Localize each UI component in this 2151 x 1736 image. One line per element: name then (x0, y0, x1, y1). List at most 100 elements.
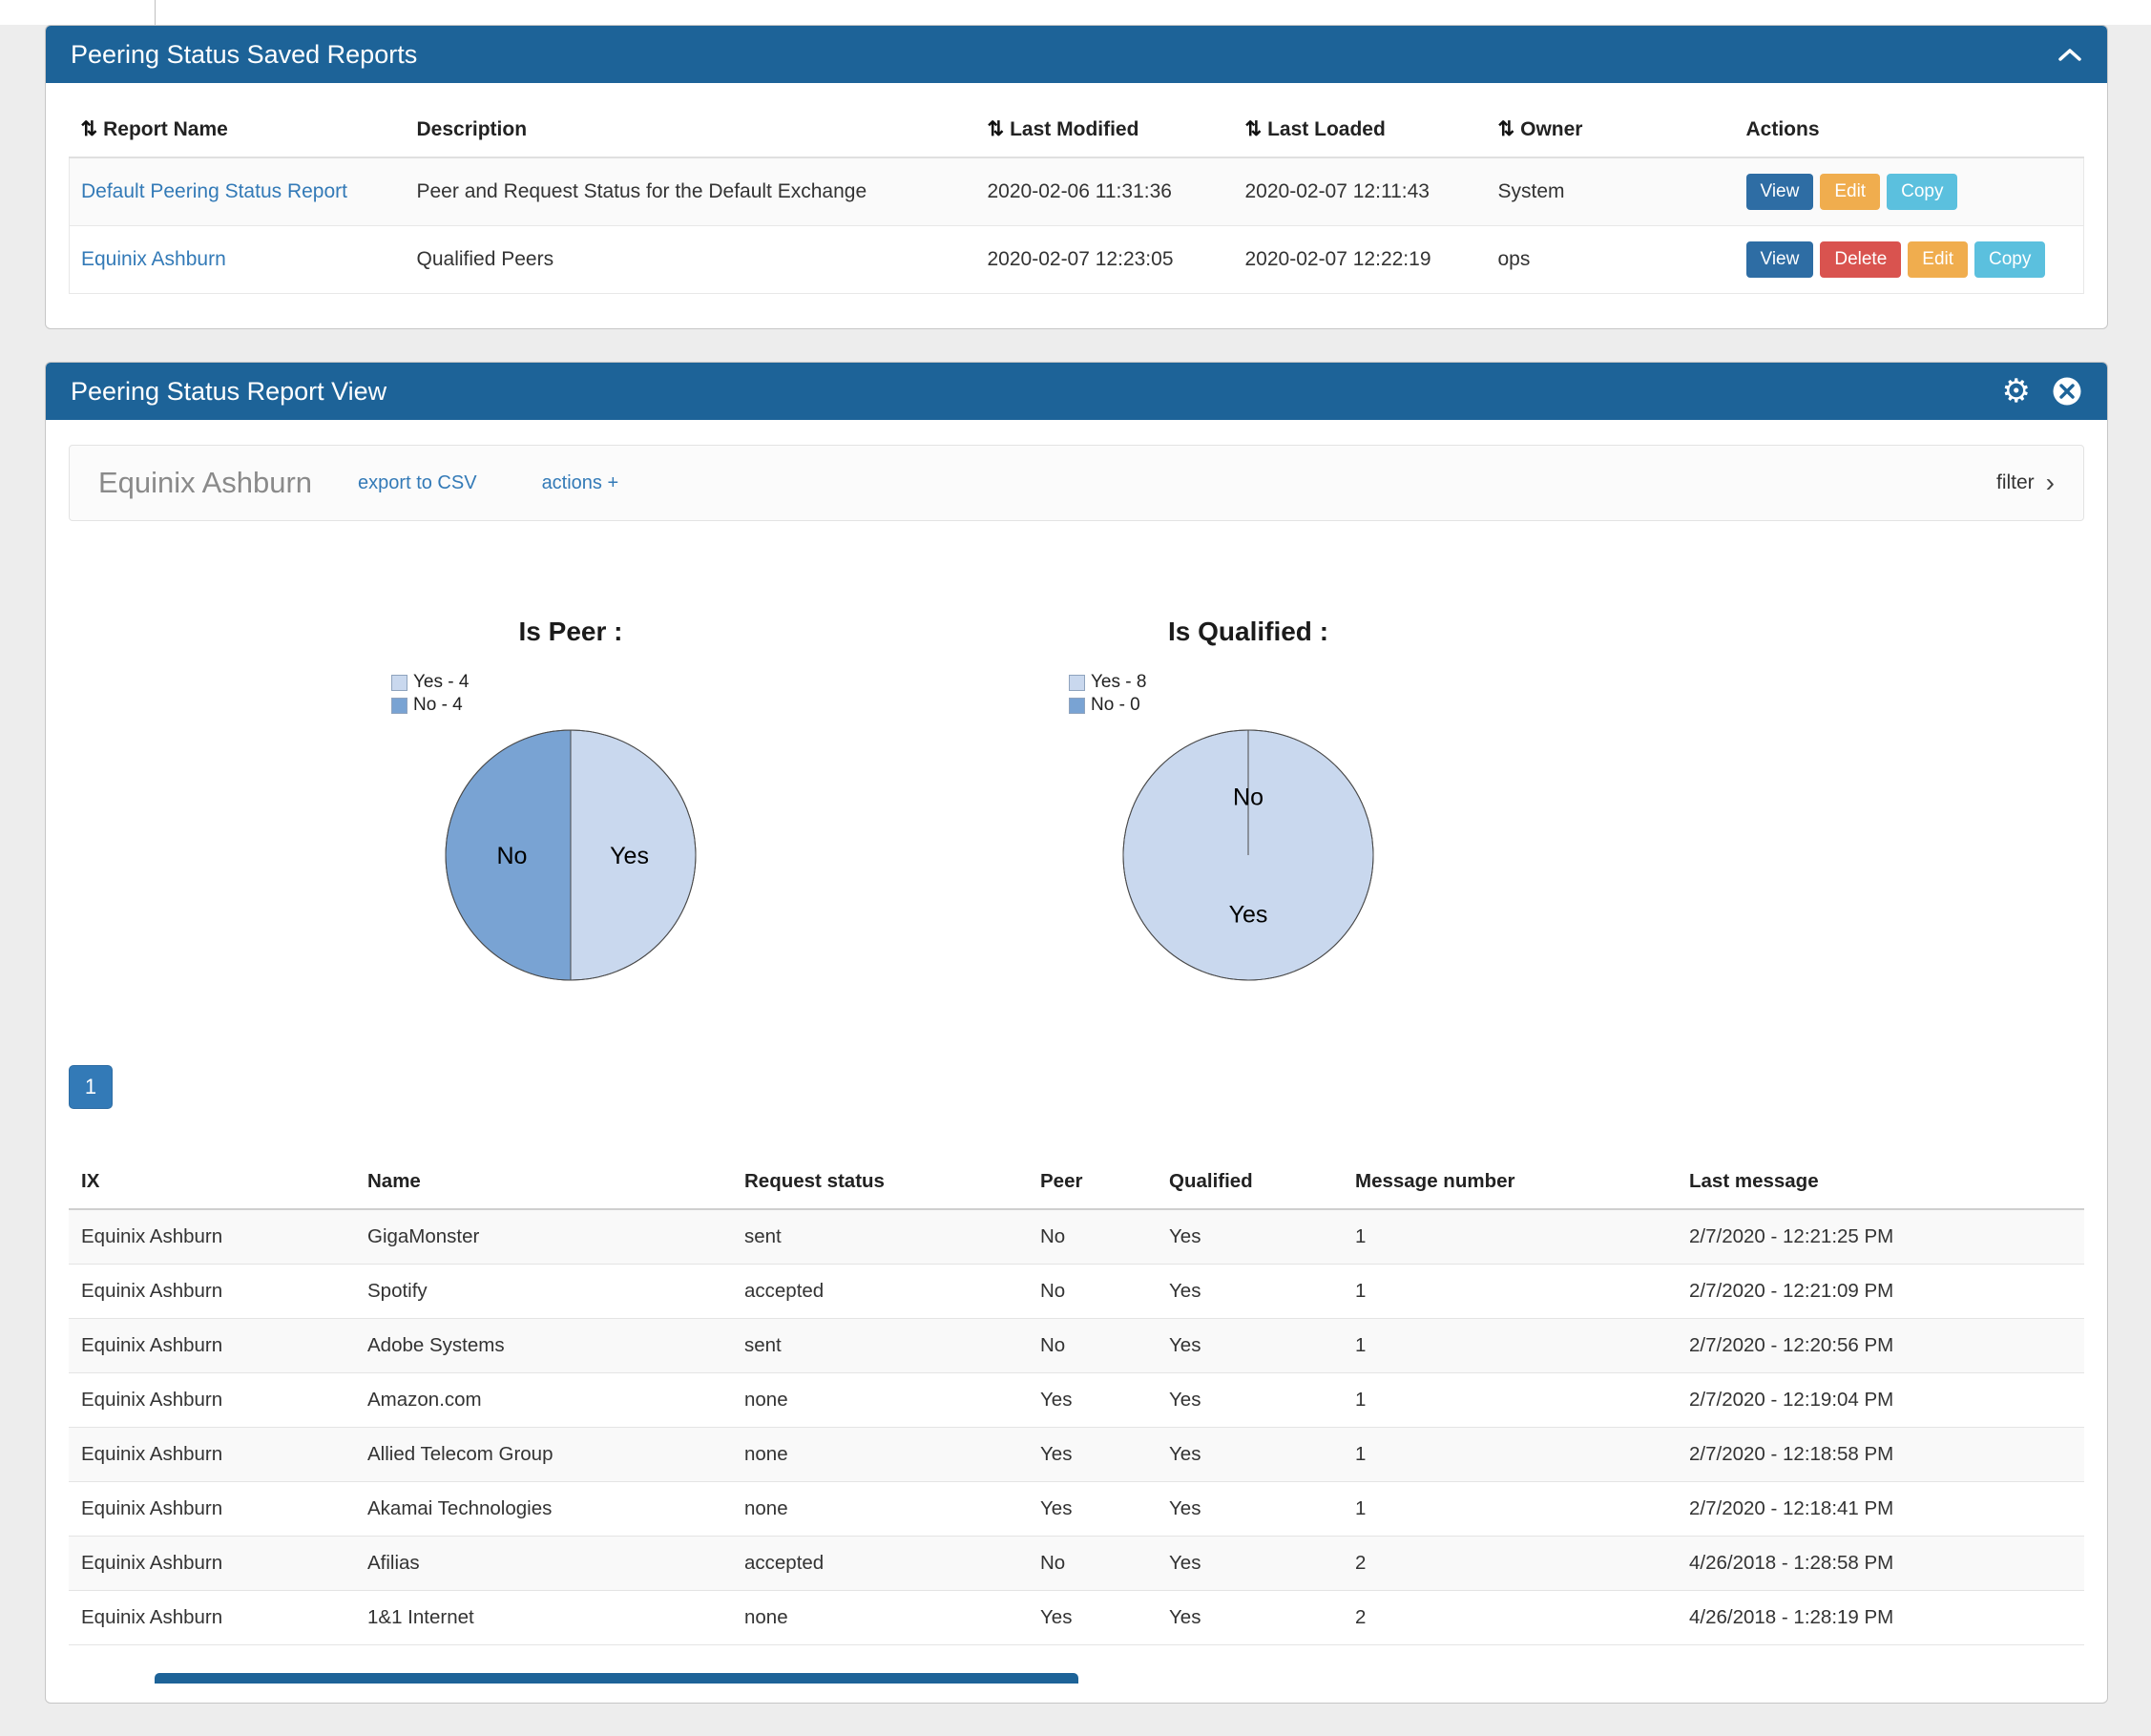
main-content: Peering Status Saved Reports ⇅Report Nam… (45, 25, 2108, 1736)
result-row: Equinix AshburnAkamai TechnologiesnoneYe… (69, 1482, 2084, 1537)
view-button[interactable]: View (1746, 241, 1814, 278)
collapse-panel-button[interactable] (2057, 47, 2082, 62)
view-button[interactable]: View (1746, 174, 1814, 210)
result-cell: 2/7/2020 - 12:19:04 PM (1677, 1373, 2084, 1428)
column-header-name: Name (355, 1155, 732, 1209)
report-name-link[interactable]: Equinix Ashburn (81, 248, 226, 270)
saved-reports-panel-header: Peering Status Saved Reports (46, 26, 2107, 83)
result-cell: 2/7/2020 - 12:18:58 PM (1677, 1428, 2084, 1482)
result-cell: 2/7/2020 - 12:21:09 PM (1677, 1265, 2084, 1319)
result-cell: Yes (1028, 1482, 1157, 1537)
close-panel-button[interactable] (2052, 376, 2082, 407)
column-header-last-loaded[interactable]: ⇅Last Loaded (1234, 102, 1487, 157)
copy-button[interactable]: Copy (1974, 241, 2045, 278)
saved-reports-header-row: ⇅Report NameDescription⇅Last Modified⇅La… (70, 102, 2084, 157)
result-cell: Equinix Ashburn (69, 1209, 355, 1265)
legend-item: Yes - 4 (391, 672, 582, 693)
pie-slice-label: Yes (610, 843, 649, 869)
chart-title: Is Peer : (232, 617, 909, 647)
results-table: IXNameRequest statusPeerQualifiedMessage… (69, 1155, 2084, 1645)
report-view-panel-title: Peering Status Report View (71, 377, 386, 407)
report-last-modified: 2020-02-07 12:23:05 (976, 226, 1234, 294)
result-cell: Yes (1028, 1591, 1157, 1645)
charts-area: Is Peer : Yes - 4No - 4 YesNo Is Qualifi… (232, 617, 2107, 989)
legend-item: No - 0 (1069, 695, 1260, 716)
delete-button[interactable]: Delete (1820, 241, 1901, 278)
chart-legend: Yes - 4No - 4 (391, 672, 582, 716)
edit-button[interactable]: Edit (1908, 241, 1968, 278)
page-1-button[interactable]: 1 (69, 1065, 113, 1109)
result-cell: Adobe Systems (355, 1319, 732, 1373)
export-csv-link[interactable]: export to CSV (358, 472, 477, 494)
result-cell: none (732, 1373, 1028, 1428)
chart-legend: Yes - 8No - 0 (1069, 672, 1260, 716)
report-actions: ViewEditCopy (1735, 157, 2084, 226)
result-row: Equinix AshburnAdobe SystemssentNoYes12/… (69, 1319, 2084, 1373)
report-last-loaded: 2020-02-07 12:11:43 (1234, 157, 1487, 226)
column-header-qualified: Qualified (1157, 1155, 1343, 1209)
pagination: 1 (69, 1065, 2107, 1109)
result-cell: No (1028, 1209, 1157, 1265)
sort-icon: ⇅ (988, 118, 1005, 140)
result-cell: none (732, 1428, 1028, 1482)
result-cell: 2 (1343, 1537, 1677, 1591)
column-label: Report Name (103, 118, 228, 140)
result-cell: Yes (1157, 1537, 1343, 1591)
legend-label: Yes - 8 (1091, 672, 1146, 693)
top-edge-divider (155, 0, 156, 25)
column-header-last-message: Last message (1677, 1155, 2084, 1209)
result-row: Equinix Ashburn1&1 InternetnoneYesYes24/… (69, 1591, 2084, 1645)
result-row: Equinix AshburnAmazon.comnoneYesYes12/7/… (69, 1373, 2084, 1428)
result-cell: Equinix Ashburn (69, 1319, 355, 1373)
result-cell: Equinix Ashburn (69, 1265, 355, 1319)
filter-toggle[interactable]: filter › (1996, 470, 2055, 496)
result-cell: Allied Telecom Group (355, 1428, 732, 1482)
result-cell: Yes (1157, 1265, 1343, 1319)
settings-button[interactable]: ⚙ (2002, 375, 2031, 408)
column-label: Last Loaded (1267, 118, 1386, 140)
legend-swatch (1069, 698, 1085, 714)
copy-button[interactable]: Copy (1887, 174, 1957, 210)
sort-icon: ⇅ (1245, 118, 1263, 140)
result-cell: 4/26/2018 - 1:28:58 PM (1677, 1537, 2084, 1591)
column-header-last-modified[interactable]: ⇅Last Modified (976, 102, 1234, 157)
result-cell: Amazon.com (355, 1373, 732, 1428)
gear-icon: ⚙ (2002, 375, 2031, 408)
sort-icon: ⇅ (1498, 118, 1515, 140)
actions-menu-link[interactable]: actions + (542, 472, 619, 494)
result-cell: 2 (1343, 1591, 1677, 1645)
result-cell: Equinix Ashburn (69, 1591, 355, 1645)
legend-label: No - 4 (413, 695, 463, 716)
report-last-loaded: 2020-02-07 12:22:19 (1234, 226, 1487, 294)
result-cell: 1 (1343, 1319, 1677, 1373)
result-cell: sent (732, 1319, 1028, 1373)
filter-label: filter (1996, 471, 2035, 494)
column-label: Actions (1746, 118, 1820, 140)
result-cell: 1 (1343, 1482, 1677, 1537)
column-label: Owner (1520, 118, 1582, 140)
result-row: Equinix AshburnGigaMonstersentNoYes12/7/… (69, 1209, 2084, 1265)
saved-reports-panel: Peering Status Saved Reports ⇅Report Nam… (45, 25, 2108, 329)
result-row: Equinix AshburnSpotifyacceptedNoYes12/7/… (69, 1265, 2084, 1319)
pie-slice-label: No (1233, 784, 1263, 810)
column-header-report-name[interactable]: ⇅Report Name (70, 102, 406, 157)
edit-button[interactable]: Edit (1820, 174, 1880, 210)
pie-slice-label: No (496, 843, 527, 869)
column-header-description: Description (406, 102, 976, 157)
result-cell: Spotify (355, 1265, 732, 1319)
result-cell: Equinix Ashburn (69, 1428, 355, 1482)
legend-swatch (1069, 675, 1085, 691)
result-cell: sent (732, 1209, 1028, 1265)
result-cell: Yes (1157, 1319, 1343, 1373)
column-header-owner[interactable]: ⇅Owner (1487, 102, 1735, 157)
saved-report-row: Default Peering Status ReportPeer and Re… (70, 157, 2084, 226)
legend-label: Yes - 4 (413, 672, 469, 693)
result-cell: none (732, 1591, 1028, 1645)
column-label: Description (417, 118, 528, 140)
legend-label: No - 0 (1091, 695, 1140, 716)
result-cell: Yes (1157, 1591, 1343, 1645)
result-cell: 4/26/2018 - 1:28:19 PM (1677, 1591, 2084, 1645)
report-last-modified: 2020-02-06 11:31:36 (976, 157, 1234, 226)
report-owner: ops (1487, 226, 1735, 294)
report-name-link[interactable]: Default Peering Status Report (81, 180, 347, 202)
